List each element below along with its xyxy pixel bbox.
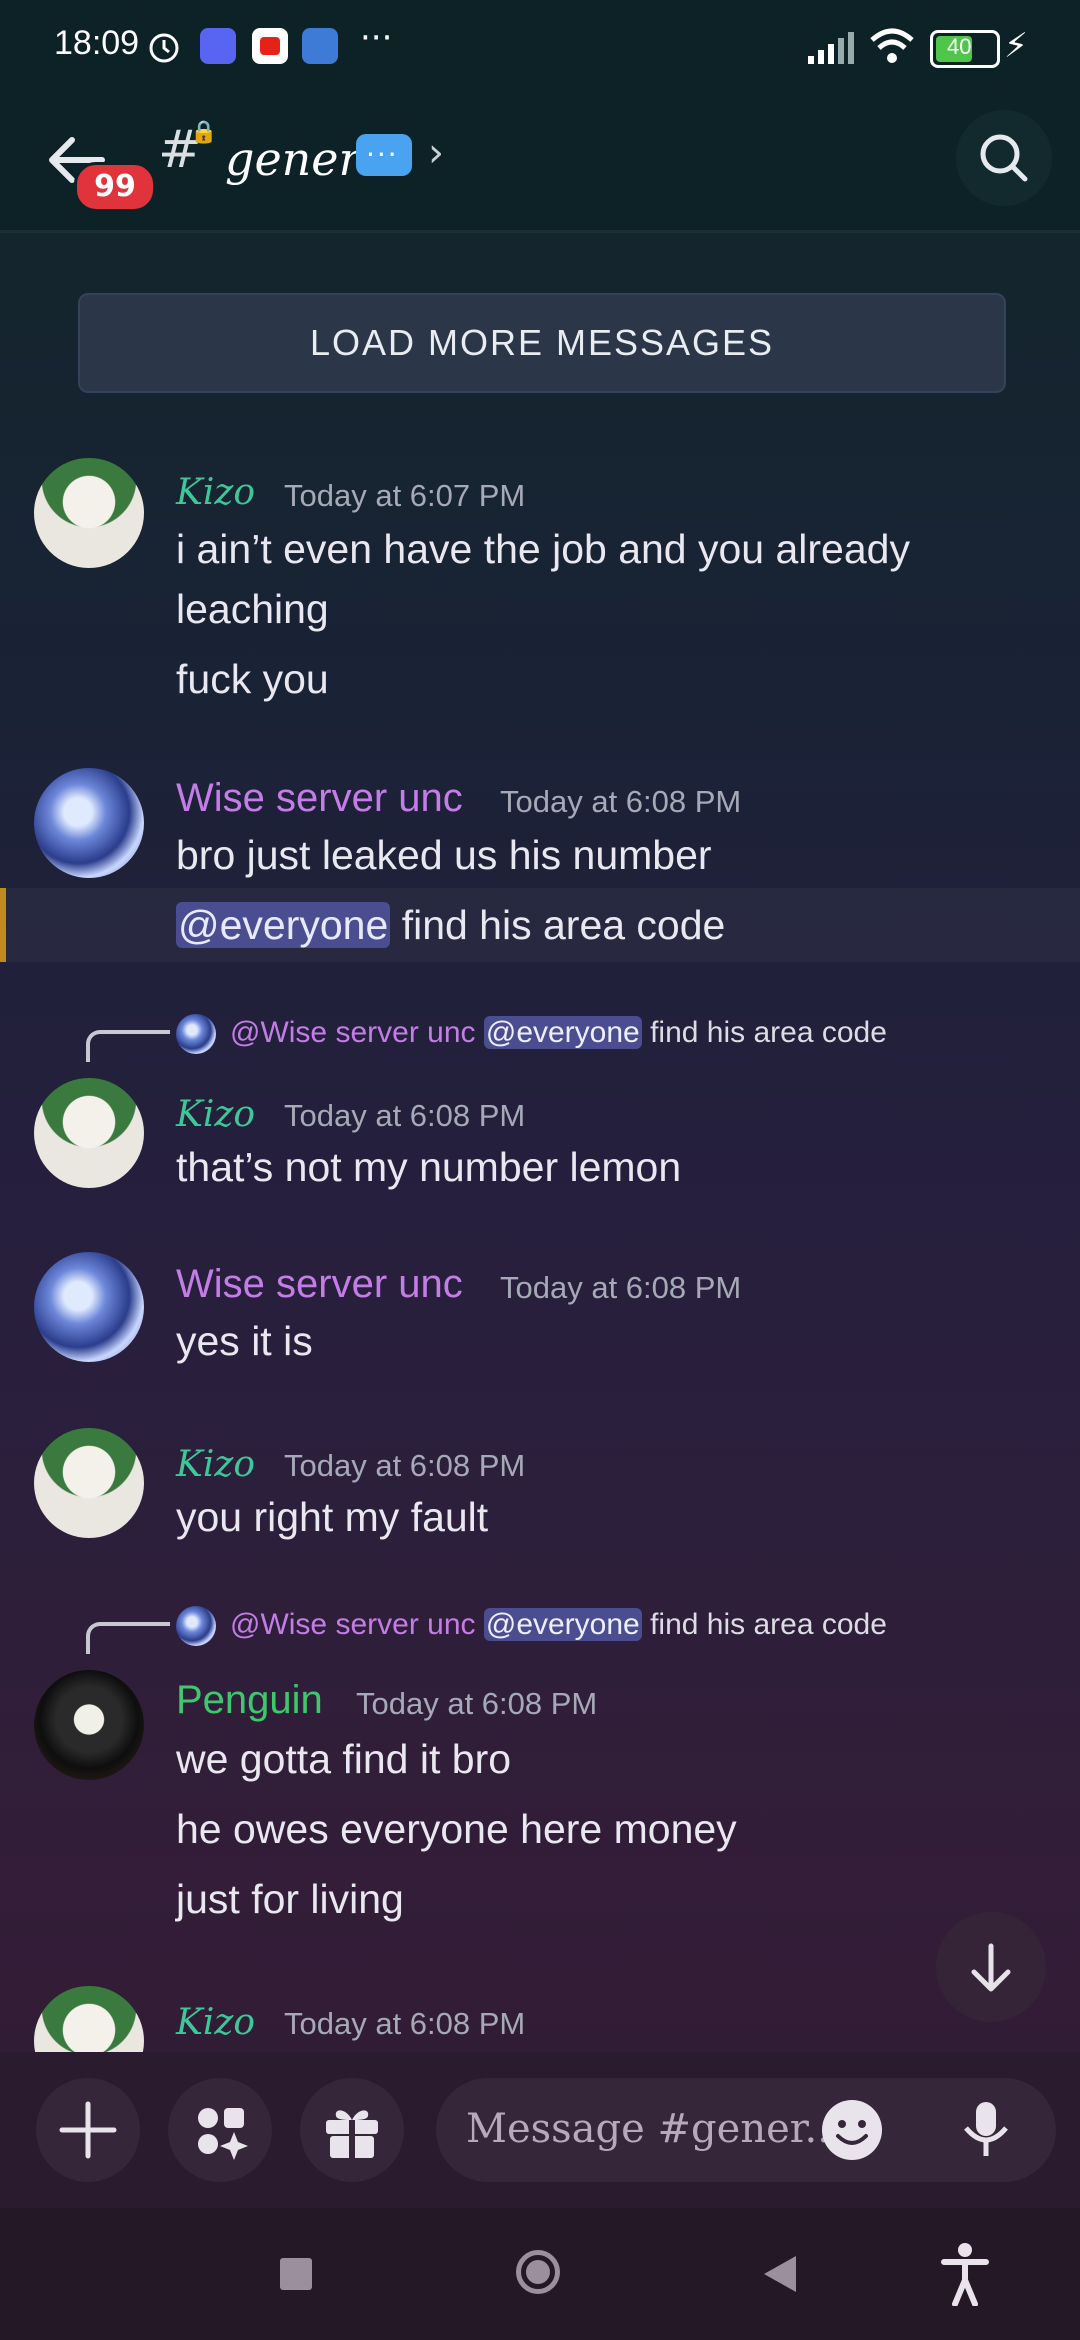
gift-button[interactable] bbox=[300, 2078, 404, 2182]
message-text-rest: find his area code bbox=[390, 902, 726, 948]
message-timestamp: Today at 6:08 PM bbox=[284, 2006, 526, 2041]
avatar-kizo[interactable] bbox=[34, 1986, 144, 2052]
wifi-icon bbox=[870, 28, 914, 63]
message-timestamp: Today at 6:08 PM bbox=[500, 784, 742, 819]
message-input[interactable]: Message #gener... bbox=[436, 2078, 1056, 2182]
reply-mention: @everyone bbox=[483, 1608, 642, 1641]
mention-highlight-bar bbox=[0, 888, 6, 962]
reply-author: @Wise server unc bbox=[230, 1016, 476, 1049]
reply-mention: @everyone bbox=[483, 1016, 642, 1049]
charging-icon: ⚡ bbox=[1004, 26, 1028, 66]
search-button[interactable] bbox=[956, 110, 1052, 206]
search-icon bbox=[980, 134, 1028, 182]
author-name[interactable]: Kizo bbox=[176, 472, 255, 513]
author-name[interactable]: Kizo bbox=[176, 2002, 255, 2043]
author-name[interactable]: Wise server unc bbox=[176, 776, 463, 821]
apps-button[interactable] bbox=[168, 2078, 272, 2182]
message-timestamp: Today at 6:08 PM bbox=[500, 1270, 742, 1305]
message-timestamp: Today at 6:08 PM bbox=[356, 1686, 598, 1721]
reply-connector bbox=[86, 1622, 170, 1654]
reply-preview[interactable]: @Wise server unc @everyone find his area… bbox=[230, 1016, 887, 1050]
more-notifications-icon: ··· bbox=[360, 18, 393, 58]
avatar-penguin[interactable] bbox=[34, 1670, 144, 1780]
reply-connector bbox=[86, 1030, 170, 1062]
plus-icon bbox=[59, 2101, 117, 2159]
recents-icon[interactable] bbox=[280, 2258, 312, 2290]
youtube-app-icon bbox=[252, 28, 288, 64]
load-more-label: LOAD MORE MESSAGES bbox=[309, 322, 775, 363]
author-name[interactable]: Penguin bbox=[176, 1678, 323, 1723]
battery-icon: 40 bbox=[930, 30, 1000, 68]
message-text: leaching bbox=[176, 586, 329, 632]
messages-app-icon bbox=[302, 28, 338, 64]
message-text: @everyone find his area code bbox=[176, 902, 725, 949]
microphone-icon[interactable] bbox=[952, 2096, 1020, 2164]
emoji-icon[interactable] bbox=[820, 2098, 884, 2162]
message-text: i ain’t even have the job and you alread… bbox=[176, 526, 910, 572]
message-input-placeholder: Message #gener... bbox=[466, 2106, 843, 2152]
message-text: that’s not my number lemon bbox=[176, 1144, 682, 1190]
signal-icon bbox=[808, 32, 854, 64]
message-timestamp: Today at 6:07 PM bbox=[284, 478, 526, 513]
message-timestamp: Today at 6:08 PM bbox=[284, 1098, 526, 1133]
status-bar: 18:09 ··· 40 ⚡ bbox=[0, 0, 1080, 90]
message-text: he owes everyone here money bbox=[176, 1806, 737, 1852]
mention-everyone[interactable]: @everyone bbox=[176, 902, 391, 948]
speech-bubble-emoji-icon: ··· bbox=[356, 134, 412, 176]
channel-header: 99 # 🔒 general ··· › bbox=[0, 90, 1080, 233]
avatar-kizo[interactable] bbox=[34, 1428, 144, 1538]
reply-author: @Wise server unc bbox=[230, 1608, 476, 1641]
reply-avatar bbox=[176, 1014, 216, 1054]
author-name[interactable]: Wise server unc bbox=[176, 1262, 463, 1307]
avatar-kizo-clip bbox=[34, 1986, 144, 2052]
apps-sparkle-icon bbox=[198, 2108, 248, 2160]
message-text: we gotta find it bro bbox=[176, 1736, 512, 1782]
author-name[interactable]: Kizo bbox=[176, 1444, 255, 1485]
reply-preview[interactable]: @Wise server unc @everyone find his area… bbox=[230, 1608, 887, 1642]
avatar-wise-server-unc[interactable] bbox=[34, 1252, 144, 1362]
arrow-down-icon bbox=[971, 1943, 1011, 1992]
status-time: 18:09 bbox=[54, 24, 140, 62]
avatar-kizo[interactable] bbox=[34, 458, 144, 568]
accessibility-icon[interactable] bbox=[940, 2242, 990, 2306]
home-icon[interactable] bbox=[516, 2250, 560, 2294]
jump-to-bottom-button[interactable] bbox=[936, 1912, 1046, 2022]
message-text: you right my fault bbox=[176, 1494, 489, 1540]
message-text: just for living bbox=[176, 1876, 404, 1922]
chevron-right-icon[interactable]: › bbox=[428, 130, 444, 176]
author-name[interactable]: Kizo bbox=[176, 1094, 255, 1135]
message-text: yes it is bbox=[176, 1318, 313, 1364]
gift-icon bbox=[326, 2110, 378, 2158]
alarm-icon bbox=[149, 33, 179, 63]
avatar-wise-server-unc[interactable] bbox=[34, 768, 144, 878]
message-text: bro just leaked us his number bbox=[176, 832, 712, 878]
lock-icon: 🔒 bbox=[190, 120, 218, 145]
add-attachment-button[interactable] bbox=[36, 2078, 140, 2182]
reply-text: find his area code bbox=[641, 1016, 887, 1049]
avatar-kizo[interactable] bbox=[34, 1078, 144, 1188]
unread-badge: 99 bbox=[74, 162, 156, 212]
back-nav-icon[interactable] bbox=[760, 2252, 800, 2296]
message-text: fuck you bbox=[176, 656, 329, 702]
load-more-messages-button[interactable]: LOAD MORE MESSAGES bbox=[78, 293, 1006, 393]
message-timestamp: Today at 6:08 PM bbox=[284, 1448, 526, 1483]
system-nav-bar bbox=[0, 2208, 1080, 2340]
reply-text: find his area code bbox=[641, 1608, 887, 1641]
reply-avatar bbox=[176, 1606, 216, 1646]
battery-level: 40 bbox=[947, 34, 972, 59]
discord-app-icon bbox=[200, 28, 236, 64]
